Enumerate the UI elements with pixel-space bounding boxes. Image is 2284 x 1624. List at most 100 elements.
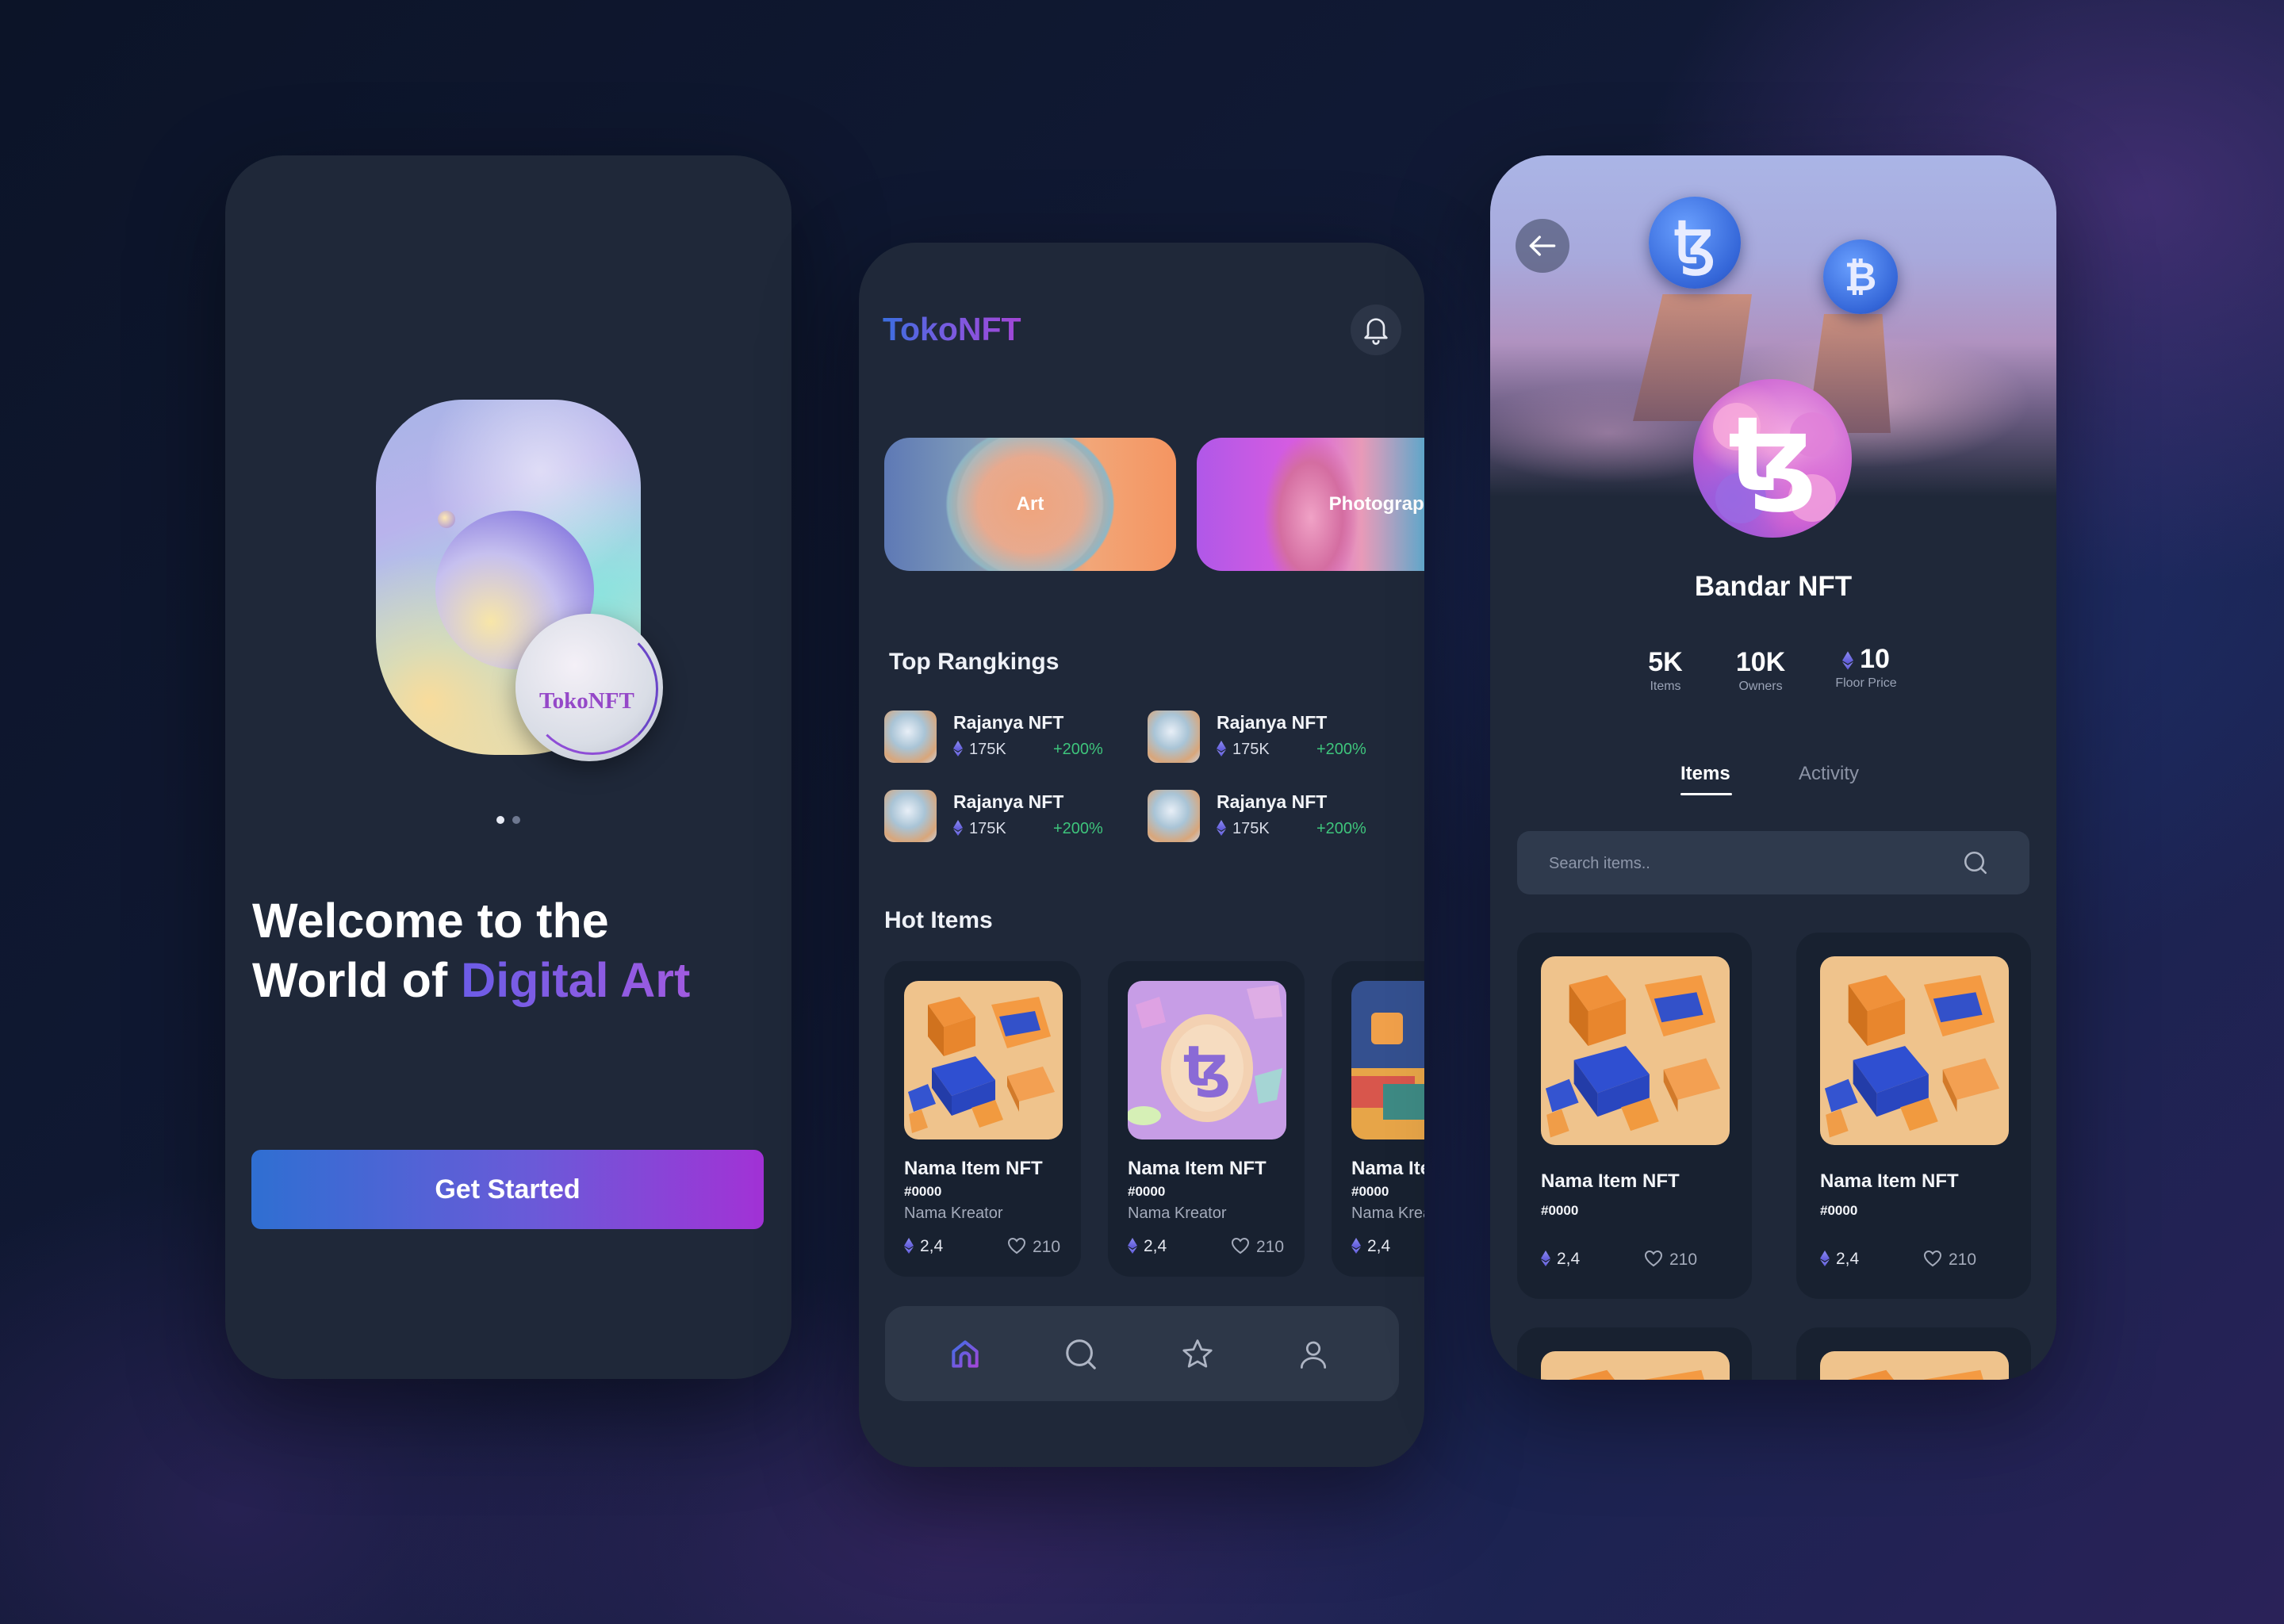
item-likes[interactable]: 210 — [1644, 1250, 1697, 1270]
item-price: 2,4 — [904, 1237, 943, 1256]
ranking-item[interactable]: Rajanya NFT 175K +200% — [884, 710, 1130, 768]
nft-image — [1351, 981, 1424, 1139]
app-logo[interactable]: TokoNFT — [883, 311, 1021, 348]
ranking-name: Rajanya NFT — [953, 712, 1064, 733]
welcome-line-2: World of Digital Art — [252, 951, 760, 1010]
welcome-accent: Digital Art — [461, 953, 691, 1007]
collection-item-card[interactable] — [1796, 1327, 2031, 1380]
item-likes[interactable]: 210 — [1007, 1237, 1060, 1257]
ranking-price-value: 175K — [969, 741, 1006, 758]
ethereum-icon — [904, 1238, 914, 1254]
stat-label: Owners — [1738, 680, 1783, 693]
page-dot-active[interactable] — [496, 816, 504, 824]
category-photography-label: Photograpy — [1328, 493, 1424, 515]
active-tab-indicator — [1680, 793, 1732, 795]
stat-label: Items — [1650, 680, 1681, 693]
collection-item-card[interactable] — [1517, 1327, 1752, 1380]
stat-value-text: 10 — [1860, 644, 1890, 674]
search-bar — [1517, 831, 2029, 896]
nav-profile[interactable] — [1295, 1336, 1332, 1373]
tezos-logo-icon: ꜩ — [1713, 394, 1836, 523]
hero-small-sphere — [438, 511, 455, 528]
item-price: 2,4 — [1128, 1237, 1167, 1256]
nft-image: ꜩ — [1128, 981, 1286, 1139]
hot-item-card[interactable]: ꜩ Nama Item NFT #0000 Nama Kreator 2,4 2… — [1108, 961, 1305, 1277]
ranking-name: Rajanya NFT — [1217, 712, 1328, 733]
stat-floor-price: 10 Floor Price — [1826, 644, 1906, 691]
ranking-item[interactable]: Rajanya NFT 175K +200% — [1148, 710, 1393, 768]
item-likes[interactable]: 210 — [1923, 1250, 1976, 1270]
collection-screen: ꜩ ₿ ꜩ Bandar NFT 5K Items 10K Owners 10 … — [1490, 155, 2056, 1380]
item-likes-count: 210 — [1256, 1238, 1285, 1256]
item-creator: Nama Kreator — [1351, 1205, 1424, 1222]
nav-search[interactable] — [1063, 1336, 1099, 1373]
collection-name: Bandar NFT — [1694, 571, 1853, 602]
item-price-value: 2,4 — [1144, 1237, 1167, 1255]
nft-image — [1820, 1351, 2009, 1380]
svg-text:ꜩ: ꜩ — [1183, 1034, 1231, 1099]
collection-item-card[interactable]: Nama Item NFT #0000 2,4 210 — [1796, 933, 2031, 1299]
page-indicator — [496, 814, 528, 828]
item-likes-count: 210 — [1033, 1238, 1061, 1256]
item-name: Nama Item NFT — [904, 1158, 1043, 1179]
collection-item-card[interactable]: Nama Item NFT #0000 2,4 210 — [1517, 933, 1752, 1299]
item-creator: Nama Kreator — [1128, 1205, 1227, 1222]
arrow-left-icon — [1529, 236, 1556, 256]
heart-icon — [1644, 1250, 1663, 1267]
item-name: Nama Item NFT — [1351, 1158, 1424, 1179]
hot-items-title: Hot Items — [884, 907, 993, 933]
hot-item-card[interactable]: Nama Item NFT #0000 Nama Kreator 2,4 210 — [1332, 961, 1424, 1277]
ranking-change: +200% — [1316, 820, 1366, 837]
ranking-item[interactable]: Rajanya NFT 175K +200% — [1148, 790, 1393, 847]
stat-value: 5K — [1648, 647, 1683, 677]
ranking-price: 175K — [953, 820, 1006, 838]
back-button[interactable] — [1516, 219, 1569, 273]
get-started-button[interactable]: Get Started — [251, 1150, 764, 1229]
item-likes[interactable]: 210 — [1231, 1237, 1284, 1257]
item-price: 2,4 — [1541, 1250, 1580, 1269]
tab-activity[interactable]: Activity — [1799, 763, 1859, 785]
item-likes-count: 210 — [1949, 1251, 1977, 1269]
ranking-change: +200% — [1053, 741, 1103, 758]
item-id: #0000 — [1820, 1203, 1858, 1218]
ethereum-icon — [1217, 820, 1226, 836]
stat-label: Floor Price — [1835, 676, 1897, 690]
category-art[interactable]: Art — [884, 438, 1176, 571]
nft-image — [1541, 956, 1730, 1145]
page-dot[interactable] — [512, 816, 520, 824]
heart-icon — [1231, 1237, 1250, 1254]
item-id: #0000 — [1351, 1184, 1389, 1199]
top-rankings-title: Top Rangkings — [889, 649, 1060, 675]
notification-button[interactable] — [1351, 304, 1401, 355]
item-price-value: 2,4 — [1836, 1250, 1860, 1268]
nft-image — [1820, 956, 2009, 1145]
bell-icon — [1364, 318, 1388, 345]
item-name: Nama Item NFT — [1541, 1170, 1680, 1192]
nav-home[interactable] — [947, 1336, 983, 1373]
star-icon — [1182, 1339, 1213, 1368]
search-input[interactable] — [1517, 831, 1963, 896]
onboarding-screen: TokoNFT Welcome to the World of Digital … — [225, 155, 791, 1379]
svg-text:ꜩ: ꜩ — [1728, 394, 1816, 515]
ranking-item[interactable]: Rajanya NFT 175K +200% — [884, 790, 1130, 847]
ranking-price: 175K — [1217, 741, 1270, 759]
hot-item-card[interactable]: Nama Item NFT #0000 Nama Kreator 2,4 210 — [884, 961, 1081, 1277]
bottom-navigation — [885, 1306, 1399, 1401]
category-art-label: Art — [1016, 493, 1044, 515]
ranking-name: Rajanya NFT — [953, 791, 1064, 812]
ethereum-icon — [1541, 1251, 1550, 1266]
nav-favorites[interactable] — [1179, 1336, 1216, 1373]
stat-value: 10K — [1735, 647, 1786, 677]
tab-items[interactable]: Items — [1680, 763, 1730, 785]
item-name: Nama Item NFT — [1820, 1170, 1959, 1192]
item-price: 2,4 — [1351, 1237, 1390, 1256]
ranking-price: 175K — [1217, 820, 1270, 838]
search-icon[interactable] — [1961, 848, 1990, 877]
bitcoin-coin-icon: ₿ — [1823, 239, 1898, 314]
ranking-price-value: 175K — [1232, 741, 1270, 758]
ranking-price-value: 175K — [969, 820, 1006, 837]
category-photography[interactable]: Photograpy — [1197, 438, 1424, 571]
ethereum-icon — [1128, 1238, 1137, 1254]
welcome-line-2-prefix: World of — [252, 953, 462, 1007]
item-id: #0000 — [1128, 1184, 1166, 1199]
